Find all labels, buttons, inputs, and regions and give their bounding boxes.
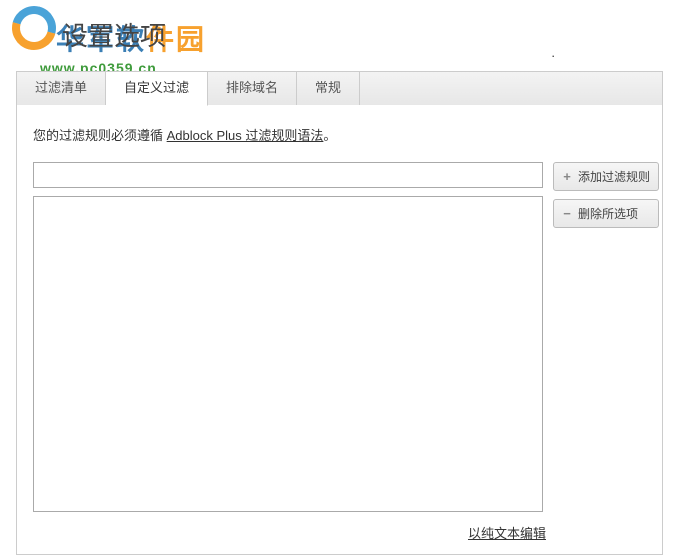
description-text: 您的过滤规则必须遵循 Adblock Plus 过滤规则语法。: [33, 125, 646, 144]
content-area: 过滤清单 自定义过滤 排除域名 常规 您的过滤规则必须遵循 Adblock Pl…: [0, 71, 675, 555]
tab-general[interactable]: 常规: [297, 72, 360, 105]
add-filter-button[interactable]: + 添加过滤规则: [553, 162, 659, 191]
filter-list-wrap: [33, 196, 543, 515]
filter-rules-list[interactable]: [33, 196, 543, 512]
tab-custom-filters[interactable]: 自定义过滤: [106, 71, 208, 106]
desc-suffix: 。: [323, 128, 336, 143]
right-column: + 添加过滤规则 − 删除所选项: [553, 162, 659, 515]
controls-row: + 添加过滤规则 − 删除所选项: [33, 162, 646, 515]
minus-icon: −: [562, 207, 572, 220]
filter-rule-input[interactable]: [33, 162, 543, 188]
left-column: [33, 162, 543, 515]
tab-filter-lists[interactable]: 过滤清单: [17, 72, 106, 105]
tab-excluded-domains[interactable]: 排除域名: [208, 72, 297, 105]
bottom-link-row: 以纯文本编辑: [33, 523, 646, 542]
add-filter-label: 添加过滤规则: [578, 168, 650, 185]
tabs-bar: 过滤清单 自定义过滤 排除域名 常规: [16, 71, 663, 105]
tab-panel-custom-filters: 您的过滤规则必须遵循 Adblock Plus 过滤规则语法。 + 添加过滤规则…: [16, 104, 663, 555]
remove-selected-label: 删除所选项: [578, 205, 638, 222]
edit-plain-text-link[interactable]: 以纯文本编辑: [468, 526, 546, 541]
remove-selected-button[interactable]: − 删除所选项: [553, 199, 659, 228]
desc-prefix: 您的过滤规则必须遵循: [33, 128, 167, 143]
plus-icon: +: [562, 170, 572, 183]
page-title: 设置选项: [0, 0, 675, 71]
syntax-link[interactable]: Adblock Plus 过滤规则语法: [167, 128, 324, 143]
